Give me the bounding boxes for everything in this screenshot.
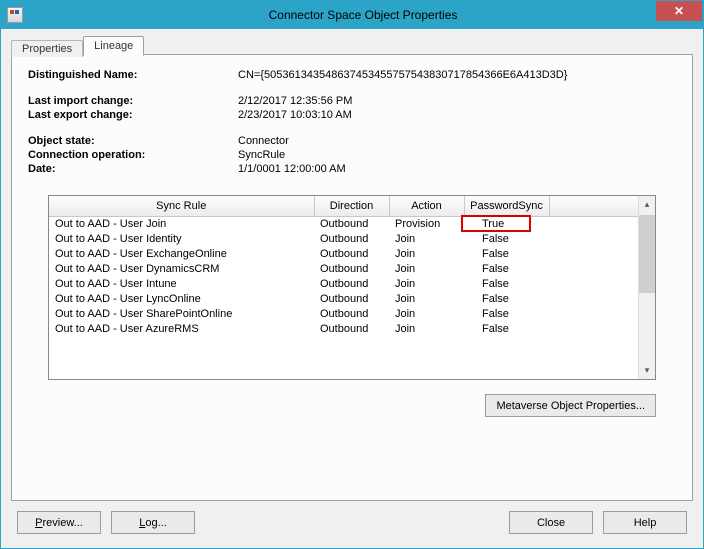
last-export-value: 2/23/2017 10:03:10 AM [238, 109, 352, 121]
dialog-window: Connector Space Object Properties ✕ Prop… [0, 0, 704, 549]
titlebar[interactable]: Connector Space Object Properties ✕ [1, 1, 703, 29]
row-date: Date: 1/1/0001 12:00:00 AM [28, 163, 676, 175]
cell-action: Join [389, 292, 464, 307]
dn-value: CN={505361343548637453455757543830717854… [238, 69, 567, 81]
conn-op-label: Connection operation: [28, 149, 238, 161]
cell-fill [549, 322, 638, 337]
cell-direction: Outbound [314, 216, 389, 232]
cell-fill [549, 232, 638, 247]
cell-pwsync: False [464, 232, 549, 247]
cell-pwsync: False [464, 277, 549, 292]
object-state-value: Connector [238, 135, 289, 147]
cell-action: Provision [389, 216, 464, 232]
sync-rule-list-body: Sync Rule Direction Action PasswordSync … [49, 196, 638, 379]
last-import-value: 2/12/2017 12:35:56 PM [238, 95, 352, 107]
cell-pwsync: True [464, 216, 549, 232]
dialog-button-bar: Preview... Log... Close Help [11, 501, 693, 538]
date-label: Date: [28, 163, 238, 175]
row-connection-operation: Connection operation: SyncRule [28, 149, 676, 161]
cell-pwsync: False [464, 247, 549, 262]
app-icon [7, 7, 23, 23]
row-object-state: Object state: Connector [28, 135, 676, 147]
dn-label: Distinguished Name: [28, 69, 238, 81]
log-button[interactable]: Log... [111, 511, 195, 534]
last-import-label: Last import change: [28, 95, 238, 107]
table-row[interactable]: Out to AAD - User JoinOutboundProvisionT… [49, 216, 638, 232]
metaverse-button-row: Metaverse Object Properties... [28, 394, 656, 417]
tab-properties[interactable]: Properties [11, 40, 83, 57]
cell-action: Join [389, 277, 464, 292]
cell-direction: Outbound [314, 247, 389, 262]
cell-pwsync: False [464, 307, 549, 322]
cell-direction: Outbound [314, 307, 389, 322]
cell-fill [549, 292, 638, 307]
table-row[interactable]: Out to AAD - User DynamicsCRMOutboundJoi… [49, 262, 638, 277]
cell-rule: Out to AAD - User LyncOnline [49, 292, 314, 307]
client-area: Properties Lineage Distinguished Name: C… [1, 29, 703, 548]
scroll-track[interactable] [639, 213, 655, 362]
scroll-thumb[interactable] [639, 215, 655, 293]
row-last-import: Last import change: 2/12/2017 12:35:56 P… [28, 95, 676, 107]
table-row[interactable]: Out to AAD - User SharePointOnlineOutbou… [49, 307, 638, 322]
object-state-label: Object state: [28, 135, 238, 147]
cell-action: Join [389, 232, 464, 247]
cell-action: Join [389, 322, 464, 337]
metaverse-properties-button[interactable]: Metaverse Object Properties... [485, 394, 656, 417]
cell-action: Join [389, 262, 464, 277]
scroll-down-icon[interactable]: ▾ [639, 362, 655, 379]
preview-button[interactable]: Preview... [17, 511, 101, 534]
cell-action: Join [389, 307, 464, 322]
cell-pwsync: False [464, 292, 549, 307]
close-button[interactable]: Close [509, 511, 593, 534]
cell-pwsync: False [464, 322, 549, 337]
cell-rule: Out to AAD - User Identity [49, 232, 314, 247]
cell-fill [549, 247, 638, 262]
table-row[interactable]: Out to AAD - User IntuneOutboundJoinFals… [49, 277, 638, 292]
table-row[interactable]: Out to AAD - User AzureRMSOutboundJoinFa… [49, 322, 638, 337]
sync-rule-table: Sync Rule Direction Action PasswordSync … [49, 196, 638, 337]
vertical-scrollbar[interactable]: ▴ ▾ [638, 196, 655, 379]
close-icon[interactable]: ✕ [656, 1, 702, 21]
col-header-action[interactable]: Action [389, 196, 464, 216]
cell-action: Join [389, 247, 464, 262]
cell-direction: Outbound [314, 292, 389, 307]
col-header-passwordsync[interactable]: PasswordSync [464, 196, 549, 216]
tab-panel-inner: Distinguished Name: CN={5053613435486374… [28, 69, 676, 488]
cell-direction: Outbound [314, 322, 389, 337]
row-last-export: Last export change: 2/23/2017 10:03:10 A… [28, 109, 676, 121]
cell-direction: Outbound [314, 232, 389, 247]
sync-rule-list[interactable]: Sync Rule Direction Action PasswordSync … [48, 195, 656, 380]
help-button[interactable]: Help [603, 511, 687, 534]
fields-block: Distinguished Name: CN={5053613435486374… [28, 69, 676, 175]
window-title: Connector Space Object Properties [23, 8, 703, 22]
cell-rule: Out to AAD - User SharePointOnline [49, 307, 314, 322]
col-header-sync-rule[interactable]: Sync Rule [49, 196, 314, 216]
cell-rule: Out to AAD - User AzureRMS [49, 322, 314, 337]
cell-rule: Out to AAD - User DynamicsCRM [49, 262, 314, 277]
cell-fill [549, 307, 638, 322]
cell-rule: Out to AAD - User Join [49, 216, 314, 232]
date-value: 1/1/0001 12:00:00 AM [238, 163, 346, 175]
cell-fill [549, 262, 638, 277]
tab-lineage[interactable]: Lineage [83, 36, 144, 56]
col-header-direction[interactable]: Direction [314, 196, 389, 216]
cell-direction: Outbound [314, 262, 389, 277]
table-row[interactable]: Out to AAD - User ExchangeOnlineOutbound… [49, 247, 638, 262]
cell-rule: Out to AAD - User ExchangeOnline [49, 247, 314, 262]
cell-pwsync: False [464, 262, 549, 277]
last-export-label: Last export change: [28, 109, 238, 121]
cell-rule: Out to AAD - User Intune [49, 277, 314, 292]
row-distinguished-name: Distinguished Name: CN={5053613435486374… [28, 69, 676, 81]
col-header-fill [549, 196, 638, 216]
scroll-up-icon[interactable]: ▴ [639, 196, 655, 213]
cell-fill [549, 277, 638, 292]
tab-strip: Properties Lineage [11, 33, 693, 55]
cell-direction: Outbound [314, 277, 389, 292]
cell-fill [549, 216, 638, 232]
table-row[interactable]: Out to AAD - User IdentityOutboundJoinFa… [49, 232, 638, 247]
conn-op-value: SyncRule [238, 149, 285, 161]
tab-panel-lineage: Distinguished Name: CN={5053613435486374… [11, 54, 693, 501]
table-row[interactable]: Out to AAD - User LyncOnlineOutboundJoin… [49, 292, 638, 307]
